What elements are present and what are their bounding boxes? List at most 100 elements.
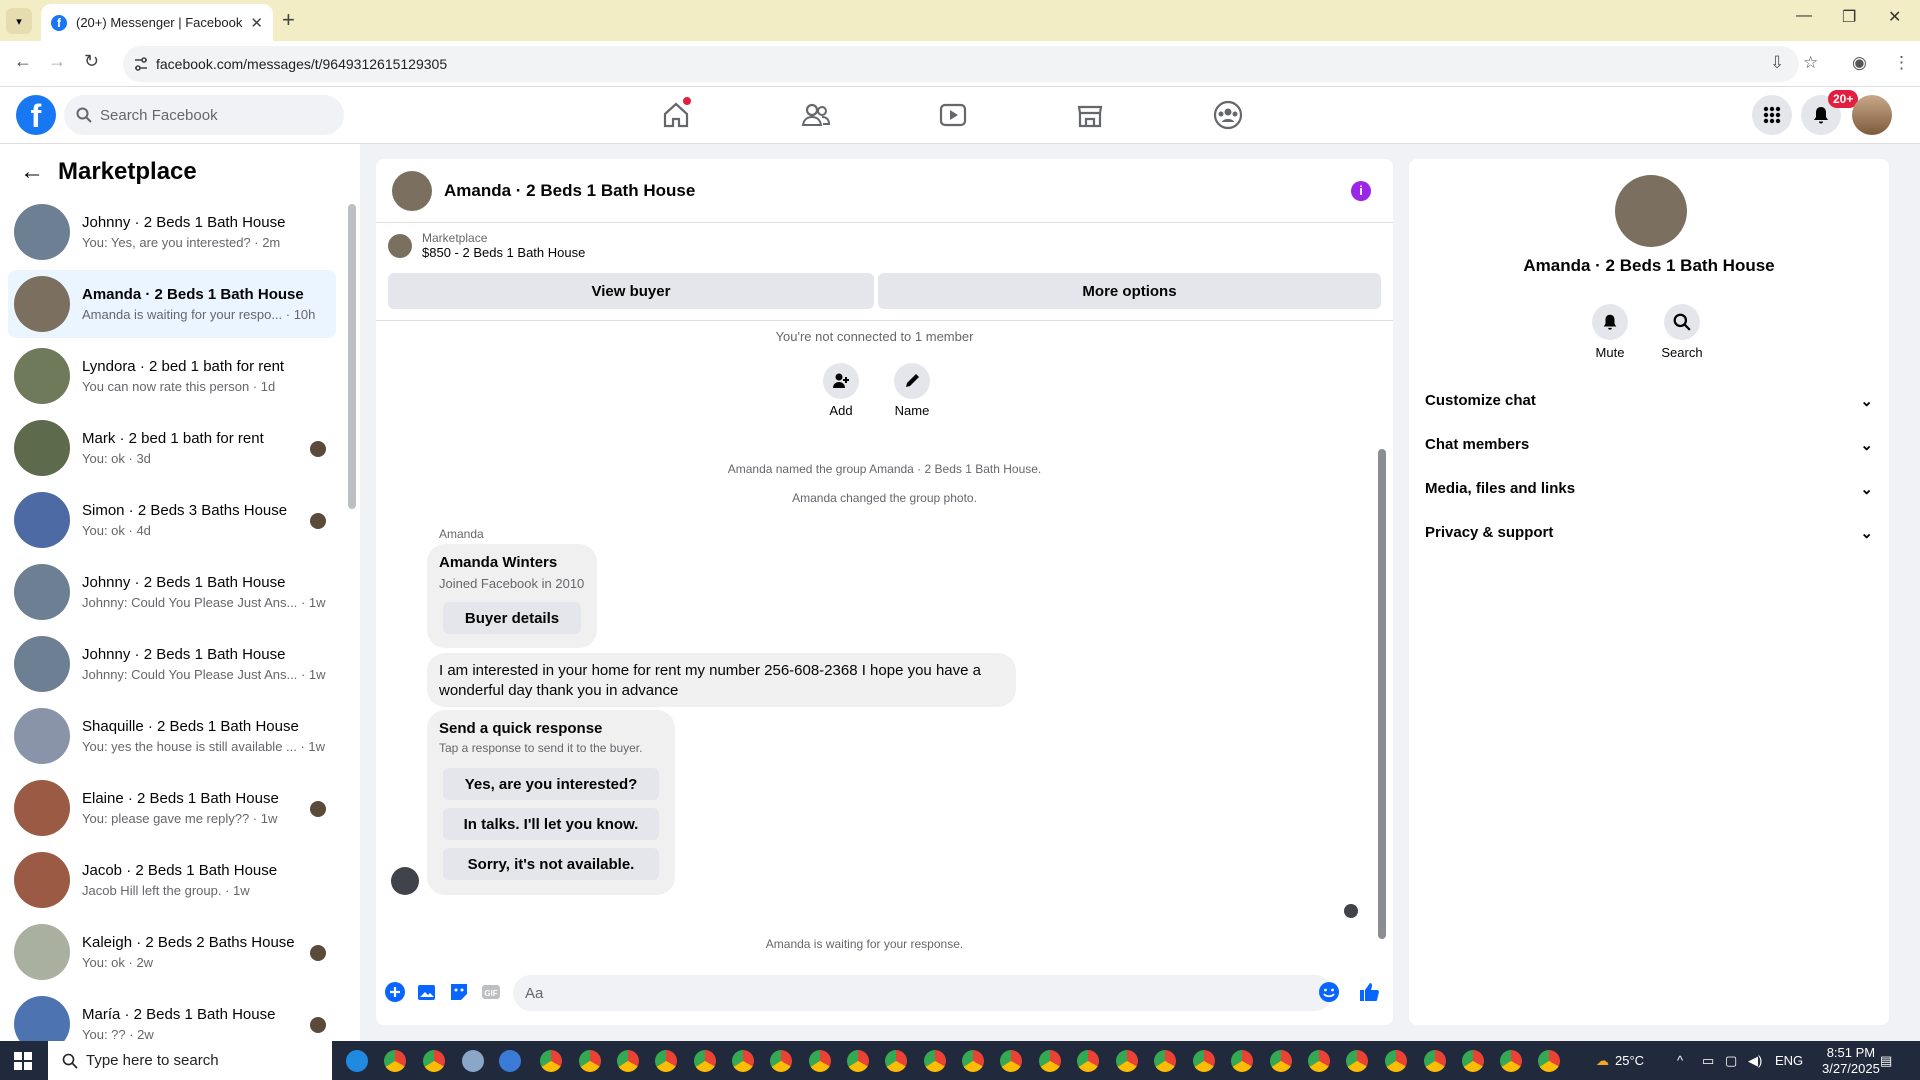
chrome-taskbar-icon[interactable] [579, 1050, 601, 1072]
chrome-taskbar-icon[interactable] [617, 1050, 639, 1072]
chrome-taskbar-icon[interactable] [962, 1050, 984, 1072]
edge-icon[interactable] [346, 1050, 368, 1072]
group-photo[interactable] [1615, 175, 1687, 247]
chrome-taskbar-icon[interactable] [924, 1050, 946, 1072]
conversation-item[interactable]: Johnny · 2 Beds 1 Bath House Johnny: Coul… [8, 630, 336, 698]
add-member-button[interactable] [823, 363, 859, 399]
chat-members-section[interactable]: Chat members ⌄ [1425, 436, 1873, 454]
chrome-taskbar-icon[interactable] [1538, 1050, 1560, 1072]
plus-circle-icon[interactable] [384, 981, 406, 1003]
photo-icon[interactable] [416, 981, 438, 1003]
privacy-support-section[interactable]: Privacy & support ⌄ [1425, 524, 1873, 542]
menu-grid-icon[interactable] [1752, 95, 1792, 135]
chat-avatar[interactable] [392, 170, 432, 211]
chrome-taskbar-icon[interactable] [1270, 1050, 1292, 1072]
conversation-item[interactable]: Mark · 2 bed 1 bath for rent You: ok · 3d [8, 414, 336, 482]
sticker-icon[interactable] [448, 981, 470, 1003]
bookmark-star-icon[interactable]: ☆ [1803, 53, 1818, 73]
chrome-taskbar-icon[interactable] [462, 1050, 484, 1072]
chrome-taskbar-icon[interactable] [1308, 1050, 1330, 1072]
chrome-taskbar-icon[interactable] [1000, 1050, 1022, 1072]
friends-icon[interactable] [800, 99, 832, 131]
new-tab-icon[interactable]: + [282, 7, 295, 33]
conversation-item[interactable]: Johnny · 2 Beds 1 Bath House You: Yes, ar… [8, 198, 336, 266]
conversation-item[interactable]: Lyndora · 2 bed 1 bath for rent You can n… [8, 342, 336, 410]
marketplace-icon[interactable] [1074, 99, 1106, 131]
restore-icon[interactable]: ❐ [1842, 7, 1856, 27]
quick-reply-button[interactable]: Sorry, it's not available. [443, 848, 659, 880]
groups-icon[interactable] [1212, 99, 1244, 131]
chrome-taskbar-icon[interactable] [885, 1050, 907, 1072]
chrome-taskbar-icon[interactable] [1424, 1050, 1446, 1072]
chrome-taskbar-icon[interactable] [1077, 1050, 1099, 1072]
chrome-taskbar-icon[interactable] [1346, 1050, 1368, 1072]
message-input[interactable]: Aa [513, 975, 1333, 1011]
conversation-item[interactable]: Jacob · 2 Beds 1 Bath House Jacob Hill le… [8, 846, 336, 914]
buyer-details-button[interactable]: Buyer details [443, 602, 581, 634]
chrome-taskbar-icon[interactable] [655, 1050, 677, 1072]
chrome-taskbar-icon[interactable] [1385, 1050, 1407, 1072]
weather-widget[interactable]: ☁ 25°C [1596, 1041, 1644, 1080]
chrome-taskbar-icon[interactable] [847, 1050, 869, 1072]
chat-title[interactable]: Amanda · 2 Beds 1 Bath House [444, 181, 695, 201]
notification-center-icon[interactable]: ▤ [1880, 1041, 1892, 1080]
chrome-taskbar-icon[interactable] [694, 1050, 716, 1072]
chat-scrollbar[interactable] [1378, 449, 1386, 939]
info-icon[interactable]: i [1351, 181, 1371, 201]
back-arrow-icon[interactable]: ← [20, 158, 44, 186]
account-avatar[interactable] [1852, 95, 1892, 135]
tab-search-icon[interactable]: ▾ [6, 8, 32, 34]
language-indicator[interactable]: ENG [1775, 1041, 1803, 1080]
customize-chat-section[interactable]: Customize chat ⌄ [1425, 392, 1873, 410]
chrome-taskbar-icon[interactable] [1039, 1050, 1061, 1072]
facebook-search-input[interactable]: Search Facebook [64, 95, 344, 135]
facebook-logo-icon[interactable]: f [16, 95, 56, 135]
display-icon[interactable]: ▢ [1725, 1041, 1737, 1080]
mute-button[interactable] [1592, 304, 1628, 340]
conversation-item[interactable]: Shaquille · 2 Beds 1 Bath House You: yes … [8, 702, 336, 770]
conversation-item[interactable]: María · 2 Beds 1 Bath House You: ?? · 2w [8, 990, 336, 1041]
conversation-item[interactable]: Elaine · 2 Beds 1 Bath House You: please … [8, 774, 336, 842]
network-icon[interactable]: ▭ [1702, 1041, 1714, 1080]
windows-start-icon[interactable] [14, 1052, 32, 1070]
sidebar-scrollbar[interactable] [348, 204, 356, 509]
conversation-item[interactable]: Kaleigh · 2 Beds 2 Baths House You: ok · … [8, 918, 336, 986]
conversation-item[interactable]: Johnny · 2 Beds 1 Bath House Johnny: Coul… [8, 558, 336, 626]
chrome-taskbar-icon[interactable] [770, 1050, 792, 1072]
gif-icon[interactable]: GIF [480, 981, 502, 1003]
install-app-icon[interactable]: ⇩ [1770, 53, 1784, 73]
quick-reply-button[interactable]: Yes, are you interested? [443, 768, 659, 800]
search-conversation-button[interactable] [1664, 304, 1700, 340]
volume-icon[interactable]: ◀) [1748, 1041, 1762, 1080]
chrome-taskbar-icon[interactable] [423, 1050, 445, 1072]
chrome-taskbar-icon[interactable] [809, 1050, 831, 1072]
close-window-icon[interactable]: ✕ [1888, 7, 1901, 27]
taskbar-search-input[interactable]: Type here to search [48, 1041, 332, 1080]
chrome-taskbar-icon[interactable] [540, 1050, 562, 1072]
listing-banner[interactable]: Marketplace $850 - 2 Beds 1 Bath House [388, 231, 585, 260]
name-group-button[interactable] [894, 363, 930, 399]
file-explorer-icon[interactable] [499, 1050, 521, 1072]
back-icon[interactable]: ← [14, 51, 32, 72]
chrome-taskbar-icon[interactable] [1231, 1050, 1253, 1072]
chrome-taskbar-icon[interactable] [1116, 1050, 1138, 1072]
minimize-icon[interactable]: — [1796, 7, 1812, 25]
tray-overflow-icon[interactable]: ^ [1677, 1041, 1683, 1080]
chrome-taskbar-icon[interactable] [1462, 1050, 1484, 1072]
reload-icon[interactable]: ↻ [84, 51, 99, 72]
close-tab-icon[interactable]: ✕ [250, 14, 263, 32]
clock[interactable]: 8:51 PM 3/27/2025 [1822, 1041, 1880, 1080]
chrome-taskbar-icon[interactable] [1154, 1050, 1176, 1072]
chrome-taskbar-icon[interactable] [384, 1050, 406, 1072]
emoji-icon[interactable] [1318, 981, 1340, 1003]
profile-icon[interactable]: ◉ [1852, 53, 1867, 73]
conversation-item[interactable]: Amanda · 2 Beds 1 Bath House Amanda is wa… [8, 270, 336, 338]
browser-menu-icon[interactable]: ⋮ [1893, 53, 1910, 73]
site-info-icon[interactable] [133, 56, 149, 72]
quick-reply-button[interactable]: In talks. I'll let you know. [443, 808, 659, 840]
forward-icon[interactable]: → [48, 51, 66, 72]
browser-tab[interactable]: f (20+) Messenger | Facebook ✕ [41, 4, 273, 41]
url-field[interactable]: facebook.com/messages/t/9649312615129305 [123, 46, 1799, 82]
chrome-taskbar-icon[interactable] [1193, 1050, 1215, 1072]
video-icon[interactable] [937, 99, 969, 131]
